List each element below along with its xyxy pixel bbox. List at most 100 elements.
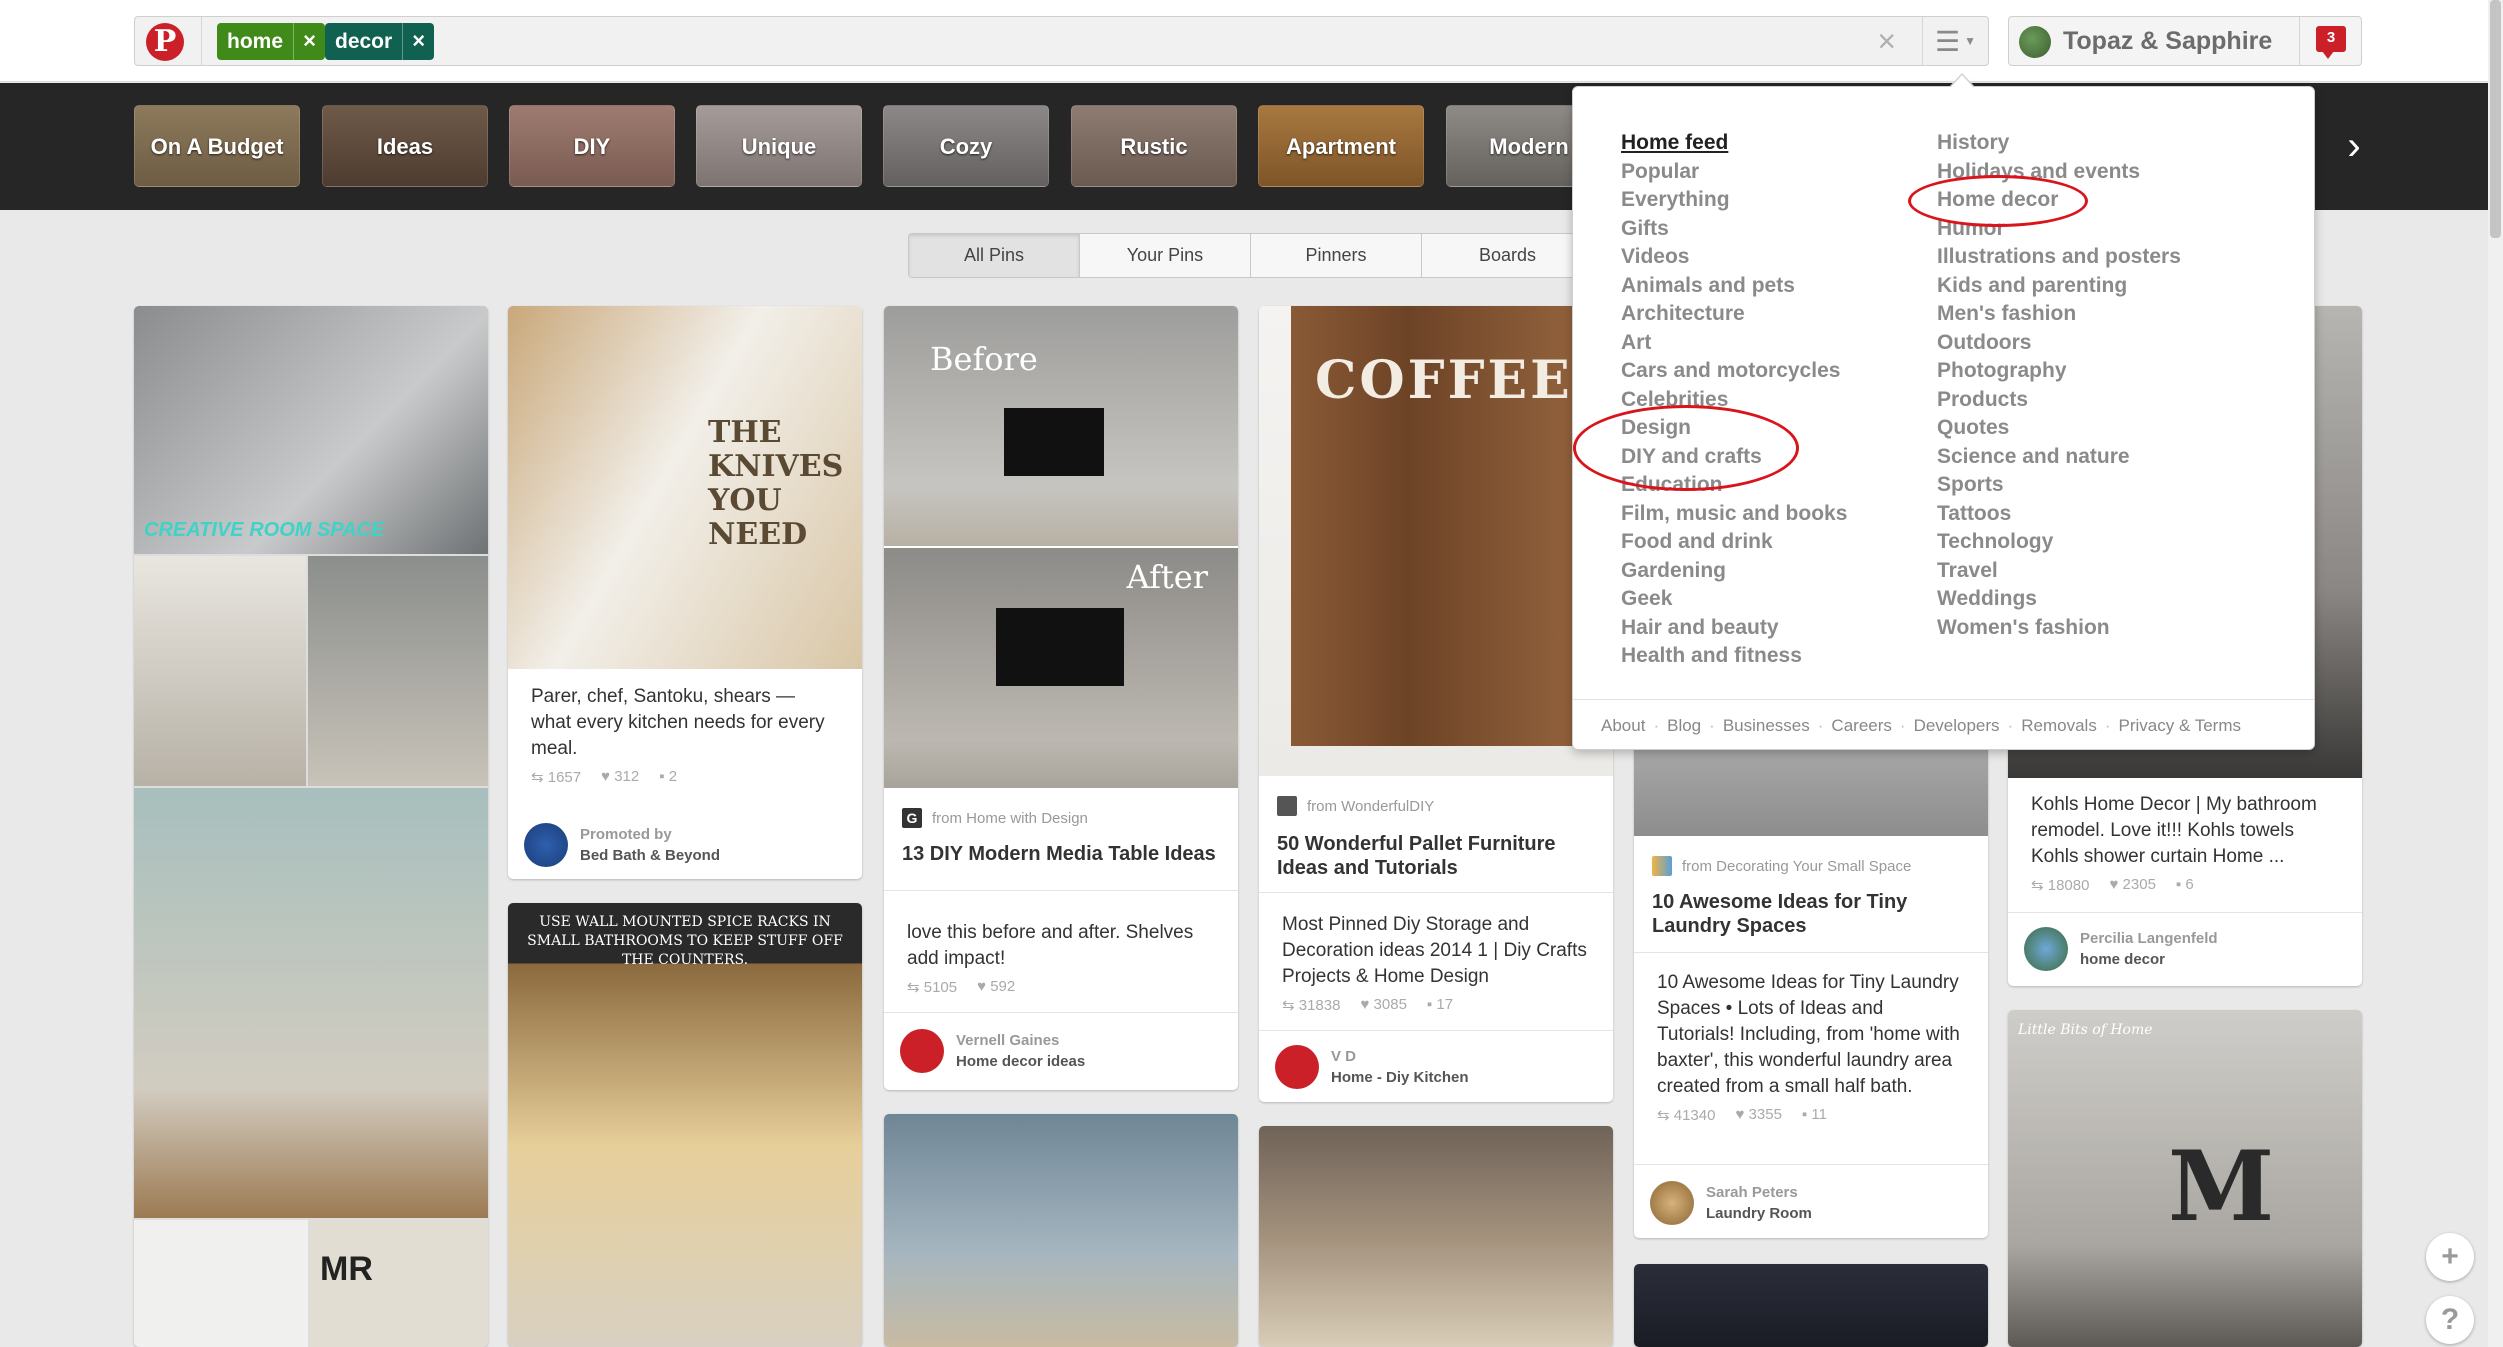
menu-item-popular[interactable]: Popular <box>1621 158 1847 187</box>
menu-item-film-music-and-books[interactable]: Film, music and books <box>1621 500 1847 529</box>
menu-item-holidays-and-events[interactable]: Holidays and events <box>1937 158 2181 187</box>
pinterest-logo-icon[interactable]: P <box>146 23 184 61</box>
menu-item-photography[interactable]: Photography <box>1937 357 2181 386</box>
category-menu-button[interactable]: ☰ ▼ <box>1922 17 1988 65</box>
menu-item-outdoors[interactable]: Outdoors <box>1937 329 2181 358</box>
pin-pallet-furniture[interactable]: COFFEE from WonderfulDIY 50 Wonderful Pa… <box>1259 306 1613 1102</box>
menu-item-education[interactable]: Education <box>1621 471 1847 500</box>
add-pin-button[interactable]: + <box>2426 1233 2474 1281</box>
menu-item-health-and-fitness[interactable]: Health and fitness <box>1621 642 1847 671</box>
menu-item-gardening[interactable]: Gardening <box>1621 557 1847 586</box>
menu-item-quotes[interactable]: Quotes <box>1937 414 2181 443</box>
menu-item-tattoos[interactable]: Tattoos <box>1937 500 2181 529</box>
footer-link-developers[interactable]: Developers <box>1914 716 2000 736</box>
avatar[interactable] <box>1650 1181 1694 1225</box>
menu-item-kids-and-parenting[interactable]: Kids and parenting <box>1937 272 2181 301</box>
pin-source[interactable]: from WonderfulDIY <box>1259 794 1613 818</box>
menu-item-food-and-drink[interactable]: Food and drink <box>1621 528 1847 557</box>
menu-item-weddings[interactable]: Weddings <box>1937 585 2181 614</box>
menu-item-art[interactable]: Art <box>1621 329 1847 358</box>
category-diy[interactable]: DIY <box>509 105 675 187</box>
menu-item-sports[interactable]: Sports <box>1937 471 2181 500</box>
pin-title[interactable]: 13 DIY Modern Media Table Ideas <box>884 842 1238 866</box>
menu-item-cars-and-motorcycles[interactable]: Cars and motorcycles <box>1621 357 1847 386</box>
menu-item-science-and-nature[interactable]: Science and nature <box>1937 443 2181 472</box>
search-bar[interactable]: P home × decor × × ☰ ▼ <box>134 16 1989 66</box>
pin-description: Most Pinned Diy Storage and Decoration i… <box>1282 914 1587 987</box>
category-cozy[interactable]: Cozy <box>883 105 1049 187</box>
category-rustic[interactable]: Rustic <box>1071 105 1237 187</box>
menu-item-design[interactable]: Design <box>1621 414 1847 443</box>
tab-your-pins[interactable]: Your Pins <box>1080 234 1251 277</box>
avatar[interactable] <box>524 823 568 867</box>
menu-item-illustrations-and-posters[interactable]: Illustrations and posters <box>1937 243 2181 272</box>
menu-item-technology[interactable]: Technology <box>1937 528 2181 557</box>
remove-token-icon[interactable]: × <box>293 23 325 60</box>
footer-link-careers[interactable]: Careers <box>1831 716 1891 736</box>
pin-title[interactable]: 10 Awesome Ideas for Tiny Laundry Spaces <box>1634 890 1988 938</box>
pin-spice-rack[interactable]: USE WALL MOUNTED SPICE RACKS IN SMALL BA… <box>508 903 862 1347</box>
menu-item-celebrities[interactable]: Celebrities <box>1621 386 1847 415</box>
avatar[interactable] <box>2024 927 2068 971</box>
menu-item-history[interactable]: History <box>1937 129 2181 158</box>
menu-item-everything[interactable]: Everything <box>1621 186 1847 215</box>
menu-item-architecture[interactable]: Architecture <box>1621 300 1847 329</box>
menu-item-women-s-fashion[interactable]: Women's fashion <box>1937 614 2181 643</box>
tab-boards[interactable]: Boards <box>1422 234 1593 277</box>
footer-link-about[interactable]: About <box>1601 716 1645 736</box>
menu-item-men-s-fashion[interactable]: Men's fashion <box>1937 300 2181 329</box>
menu-item-geek[interactable]: Geek <box>1621 585 1847 614</box>
pin-source[interactable]: G from Home with Design <box>884 806 1238 830</box>
pin-avatar-icon[interactable] <box>900 1029 944 1073</box>
pin-dark-room[interactable] <box>1634 1264 1988 1347</box>
menu-item-gifts[interactable]: Gifts <box>1621 215 1847 244</box>
pin-attribution[interactable]: V D Home - Diy Kitchen <box>1331 1046 1469 1088</box>
menu-item-home-feed[interactable]: Home feed <box>1621 129 1847 158</box>
user-profile-button[interactable]: Topaz & Sapphire 3 <box>2008 16 2362 66</box>
pin-stats: ⇆ 1657 ♥ 312 ▪ 2 <box>508 768 862 786</box>
pin-attribution[interactable]: Promoted by Bed Bath & Beyond <box>580 824 720 866</box>
footer-link-privacy-terms[interactable]: Privacy & Terms <box>2119 716 2242 736</box>
menu-item-diy-and-crafts[interactable]: DIY and crafts <box>1621 443 1847 472</box>
category-ideas[interactable]: Ideas <box>322 105 488 187</box>
notifications-button[interactable]: 3 <box>2299 17 2361 65</box>
menu-item-products[interactable]: Products <box>1937 386 2181 415</box>
pin-porch[interactable] <box>884 1114 1238 1347</box>
search-token-decor[interactable]: decor × <box>325 23 435 60</box>
menu-item-videos[interactable]: Videos <box>1621 243 1847 272</box>
menu-item-humor[interactable]: Humor <box>1937 215 2181 244</box>
remove-token-icon[interactable]: × <box>402 23 434 60</box>
pin-source[interactable]: from Decorating Your Small Space <box>1634 854 1988 878</box>
source-icon <box>1277 796 1297 816</box>
category-on-a-budget[interactable]: On A Budget <box>134 105 300 187</box>
footer-link-blog[interactable]: Blog <box>1667 716 1701 736</box>
clear-search-icon[interactable]: × <box>1877 24 1896 58</box>
menu-item-hair-and-beauty[interactable]: Hair and beauty <box>1621 614 1847 643</box>
footer-link-removals[interactable]: Removals <box>2021 716 2097 736</box>
scrollbar[interactable] <box>2488 0 2503 1347</box>
pin-bunk-room[interactable] <box>1259 1126 1613 1347</box>
tab-pinners[interactable]: Pinners <box>1251 234 1422 277</box>
menu-item-home-decor[interactable]: Home decor <box>1937 186 2181 215</box>
pin-attribution[interactable]: Vernell Gaines Home decor ideas <box>956 1030 1085 1072</box>
pin-avatar-icon[interactable] <box>1275 1045 1319 1089</box>
menu-item-travel[interactable]: Travel <box>1937 557 2181 586</box>
tv-shape <box>1004 408 1104 476</box>
tab-all-pins[interactable]: All Pins <box>909 234 1080 277</box>
pin-gallery-wall[interactable]: Little Bits of Home M <box>2008 1010 2362 1347</box>
category-unique[interactable]: Unique <box>696 105 862 187</box>
pin-title[interactable]: 50 Wonderful Pallet Furniture Ideas and … <box>1259 832 1613 880</box>
footer-link-businesses[interactable]: Businesses <box>1723 716 1810 736</box>
pin-media-table[interactable]: Before After G from Home with Design 13 … <box>884 306 1238 1090</box>
pin-knives[interactable]: THE KNIVES YOU NEED Parer, chef, Santoku… <box>508 306 862 879</box>
search-token-home[interactable]: home × <box>217 23 326 60</box>
pin-attribution[interactable]: Sarah Peters Laundry Room <box>1706 1182 1812 1224</box>
category-apartment[interactable]: Apartment <box>1258 105 1424 187</box>
scrollbar-thumb[interactable] <box>2490 0 2501 238</box>
chevron-right-icon[interactable]: › <box>2334 105 2374 187</box>
footer-separator: · <box>2007 715 2014 735</box>
pin-attribution[interactable]: Percilia Langenfeld home decor <box>2080 928 2218 970</box>
help-button[interactable]: ? <box>2426 1296 2474 1344</box>
pin-wall-collage[interactable]: CREATIVE ROOM SPACE MR <box>134 306 488 1347</box>
menu-item-animals-and-pets[interactable]: Animals and pets <box>1621 272 1847 301</box>
